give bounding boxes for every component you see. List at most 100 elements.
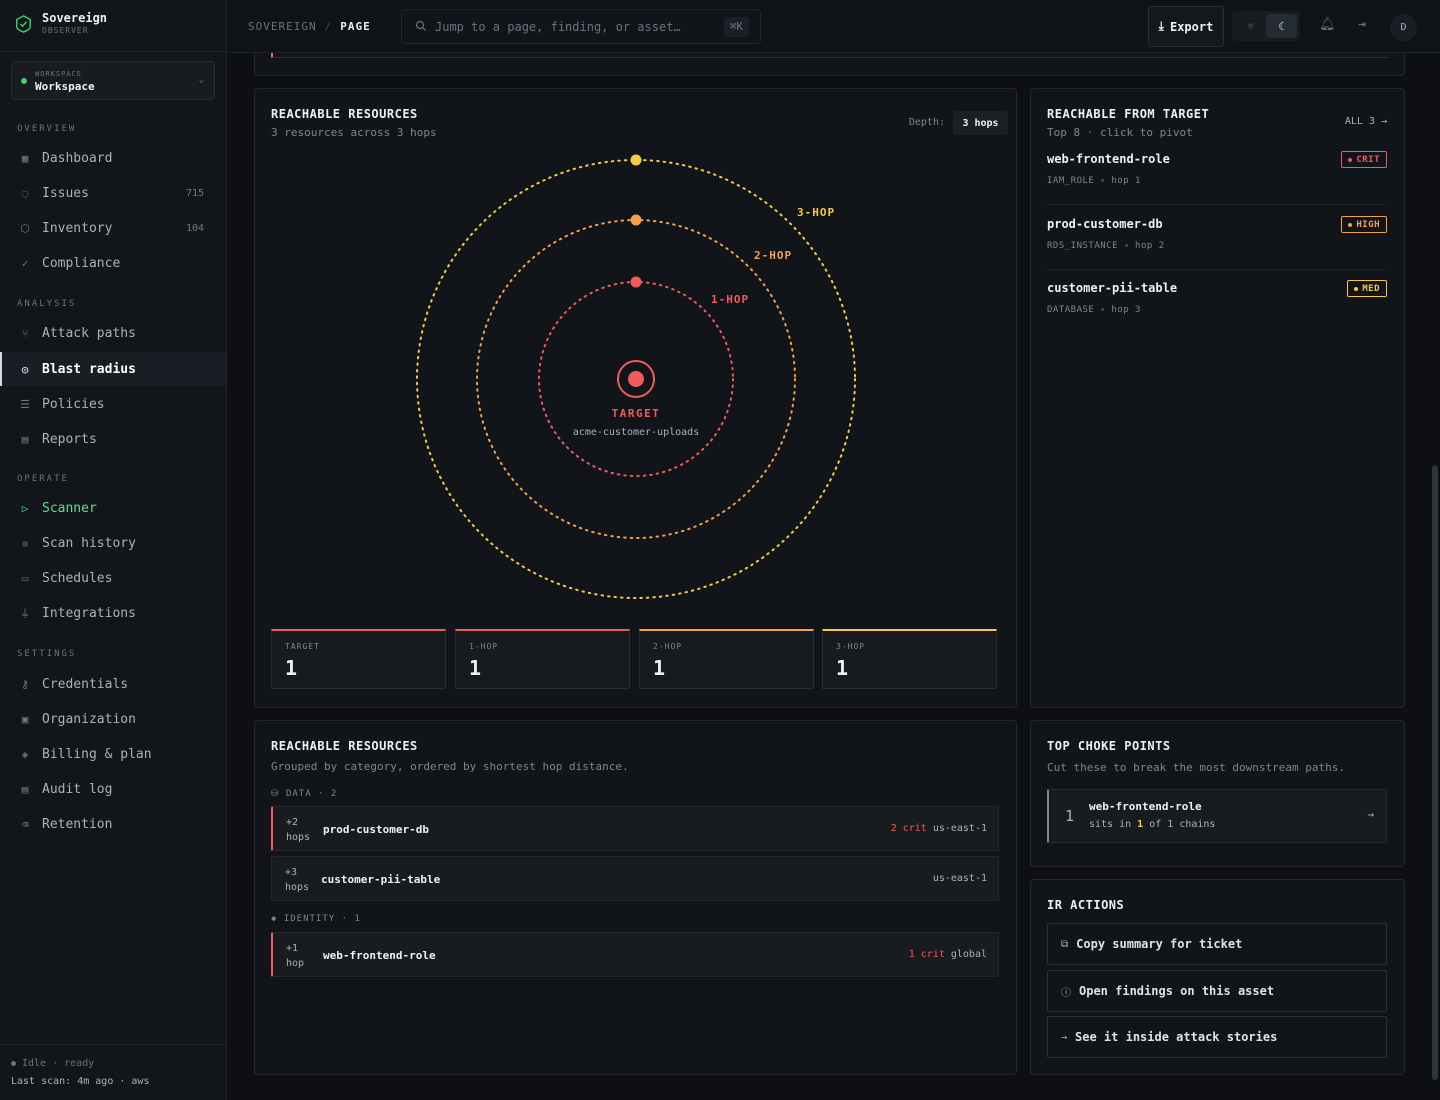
arrow-right-icon: → xyxy=(1061,1031,1068,1043)
search-input[interactable] xyxy=(435,18,705,36)
sidebar-item-audit-log[interactable]: ▤ Audit log xyxy=(0,772,226,806)
export-label: Export xyxy=(1169,19,1214,34)
sidebar-item-blast-radius[interactable]: ◎ Blast radius xyxy=(0,352,226,386)
open-findings-button[interactable]: ⓘ Open findings on this asset xyxy=(1047,970,1387,1012)
sidebar-item-dashboard[interactable]: ▦ Dashboard xyxy=(0,141,226,175)
stat-label: 2-HOP xyxy=(653,642,683,651)
copy-summary-button[interactable]: ⧉ Copy summary for ticket xyxy=(1047,923,1387,965)
sidebar-item-organization[interactable]: ▣ Organization xyxy=(0,702,226,736)
choke-name: web-frontend-role xyxy=(1089,800,1202,813)
stat-label: TARGET xyxy=(285,642,320,651)
choke-rank: 1 xyxy=(1065,807,1075,825)
workspace-switcher[interactable]: WORKSPACE Workspace ⌄ xyxy=(11,61,215,100)
resource-hop: hop 2 xyxy=(1135,241,1165,251)
choke-point-item[interactable]: 1 web-frontend-role sits in 1 of 1 chain… xyxy=(1047,789,1387,843)
ring-label-3-hop: 3-HOP xyxy=(797,206,835,219)
key-icon: ⚷ xyxy=(20,677,30,691)
sidebar: Sovereign OBSERVER WORKSPACE Workspace ⌄… xyxy=(0,0,227,1100)
resource-hop: hop 3 xyxy=(1111,305,1141,315)
resource-meta: DATABASE hop 3 xyxy=(1047,305,1141,315)
sidebar-footer: Idle · ready Last scan: 4m ago · aws xyxy=(0,1044,226,1100)
node-3-hop[interactable] xyxy=(630,154,642,166)
hop-count: +1 xyxy=(286,943,299,954)
crit-count: 2 crit xyxy=(890,823,927,834)
list-item[interactable]: prod-customer-db RDS_INSTANCE hop 2 HIGH xyxy=(1047,206,1387,270)
layers-icon: ◈ xyxy=(21,747,29,761)
region: us-east-1 xyxy=(932,873,987,884)
sidebar-item-scanner[interactable]: ▷ Scanner xyxy=(0,491,226,525)
sidebar-item-label: Issues xyxy=(42,185,89,201)
table-row[interactable]: +2 hops prod-customer-db 2 crit us-east-1 xyxy=(271,806,999,851)
hop-distance: +1 hop xyxy=(286,941,304,971)
hop-distance: +3 hops xyxy=(285,865,309,895)
document-icon: ▤ xyxy=(21,432,29,446)
sidebar-item-credentials[interactable]: ⚷ Credentials xyxy=(0,667,226,701)
resource-type: RDS_INSTANCE xyxy=(1047,241,1119,251)
node-2-hop[interactable] xyxy=(630,214,642,226)
panel-title: IR ACTIONS xyxy=(1047,898,1125,912)
sidebar-item-compliance[interactable]: ✓ Compliance xyxy=(0,246,226,280)
sidebar-item-policies[interactable]: ☰ Policies xyxy=(0,387,226,421)
breadcrumb-root[interactable]: SOVEREIGN xyxy=(248,20,317,33)
reachable-resources-list-panel: REACHABLE RESOURCES Grouped by category,… xyxy=(254,720,1017,1075)
hop-count: +3 xyxy=(285,867,298,878)
view-all-link[interactable]: ALL 3 → xyxy=(1345,116,1387,127)
logout-icon[interactable]: ⇥ xyxy=(1358,17,1366,32)
resource-name: web-frontend-role xyxy=(323,949,436,962)
sidebar-item-reports[interactable]: ▤ Reports xyxy=(0,422,226,456)
ir-actions-panel: IR ACTIONS ⧉ Copy summary for ticket ⓘ Ope… xyxy=(1030,879,1405,1075)
sidebar-item-attack-paths[interactable]: ⑂ Attack paths xyxy=(0,316,226,350)
breadcrumb: SOVEREIGN / PAGE xyxy=(248,20,371,33)
play-icon: ▷ xyxy=(21,501,29,515)
stat-card-1-hop: 1-HOP 1 xyxy=(455,629,630,689)
table-row[interactable]: +3 hops customer-pii-table us-east-1 xyxy=(271,856,999,901)
sidebar-item-label: Reports xyxy=(42,431,97,447)
panel-subtitle: Top 8 · click to pivot xyxy=(1047,126,1193,139)
sidebar-item-issues[interactable]: ◌ Issues 715 xyxy=(0,176,226,210)
list-item[interactable]: web-frontend-role IAM_ROLE hop 1 CRIT xyxy=(1047,141,1387,205)
depth-selector[interactable]: 3 hops xyxy=(953,111,1008,135)
topbar: SOVEREIGN / PAGE ⌘K ⤓ Export ☼ ☾ 🔔︎ ⇥ D xyxy=(227,0,1440,53)
node-1-hop[interactable] xyxy=(630,276,642,288)
shield-logo-icon xyxy=(16,15,31,33)
sidebar-item-integrations[interactable]: ⏚ Integrations xyxy=(0,596,226,630)
sidebar-item-billing[interactable]: ◈ Billing & plan xyxy=(0,737,226,771)
divider xyxy=(0,51,227,52)
severity-label: HIGH xyxy=(1356,219,1380,230)
search-box[interactable]: ⌘K xyxy=(401,9,761,44)
resource-meta: IAM_ROLE hop 1 xyxy=(1047,176,1141,186)
target-node[interactable] xyxy=(628,371,644,387)
resource-meta: RDS_INSTANCE hop 2 xyxy=(1047,241,1165,251)
sidebar-item-retention[interactable]: ⌫ Retention xyxy=(0,807,226,841)
choke-points-panel: TOP CHOKE POINTS Cut these to break the … xyxy=(1030,720,1405,867)
reachable-from-target-panel: REACHABLE FROM TARGET Top 8 · click to p… xyxy=(1030,88,1405,708)
stat-card-3-hop: 3-HOP 1 xyxy=(822,629,997,689)
choke-stats-prefix: sits in xyxy=(1089,819,1138,830)
export-button[interactable]: ⤓ Export xyxy=(1148,6,1224,47)
brand[interactable]: Sovereign OBSERVER xyxy=(15,12,107,36)
arrow-right-icon: → xyxy=(1367,808,1374,821)
spinner-icon: ✲ xyxy=(21,536,29,550)
sun-icon[interactable]: ☼ xyxy=(1235,14,1266,38)
category-label-data: ⛁ DATA · 2 xyxy=(271,789,338,799)
panel-subtitle: 3 resources across 3 hops xyxy=(271,126,437,139)
bell-icon[interactable]: 🔔︎ xyxy=(1319,17,1336,32)
avatar[interactable]: D xyxy=(1390,14,1417,41)
section-label-operate: OPERATE xyxy=(17,474,69,484)
moon-icon[interactable]: ☾ xyxy=(1266,14,1297,38)
resource-name: prod-customer-db xyxy=(323,823,429,836)
region: us-east-1 xyxy=(932,823,987,834)
sidebar-item-label: Scanner xyxy=(42,500,97,516)
button-label: Copy summary for ticket xyxy=(1076,937,1243,951)
sidebar-item-inventory[interactable]: ⬡ Inventory 104 xyxy=(0,211,226,245)
stat-label: 3-HOP xyxy=(836,642,866,651)
list-item[interactable]: customer-pii-table DATABASE hop 3 MED xyxy=(1047,270,1387,334)
sidebar-item-label: Compliance xyxy=(42,255,121,271)
attack-stories-button[interactable]: → See it inside attack stories xyxy=(1047,1016,1387,1058)
breadcrumb-current: PAGE xyxy=(340,20,371,33)
page-scrollbar[interactable] xyxy=(1432,465,1438,1080)
sidebar-item-label: Credentials xyxy=(42,676,129,692)
table-row[interactable]: +1 hop web-frontend-role 1 crit global xyxy=(271,932,999,977)
sidebar-item-schedules[interactable]: ▭ Schedules xyxy=(0,561,226,595)
sidebar-item-scan-history[interactable]: ✲ Scan history xyxy=(0,526,226,560)
